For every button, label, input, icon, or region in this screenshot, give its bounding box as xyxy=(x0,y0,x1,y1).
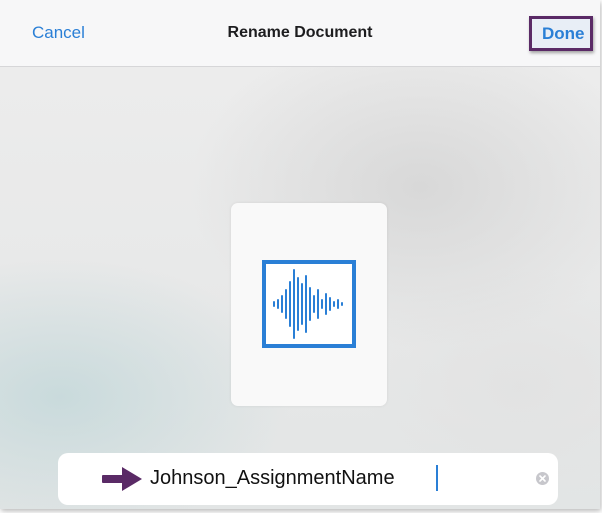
audio-waveform-icon xyxy=(262,260,356,348)
document-name-input[interactable] xyxy=(150,464,510,492)
clear-x-icon[interactable] xyxy=(536,472,549,485)
done-button[interactable]: Done xyxy=(542,24,585,44)
content-area xyxy=(0,67,600,509)
rename-document-sheet: Cancel Rename Document Done xyxy=(0,0,600,509)
document-name-field[interactable] xyxy=(58,453,558,505)
navigation-bar: Cancel Rename Document Done xyxy=(0,0,600,67)
text-cursor xyxy=(436,465,438,491)
document-thumbnail xyxy=(231,203,387,406)
page-title: Rename Document xyxy=(227,24,373,41)
right-arrow-icon xyxy=(102,467,142,491)
